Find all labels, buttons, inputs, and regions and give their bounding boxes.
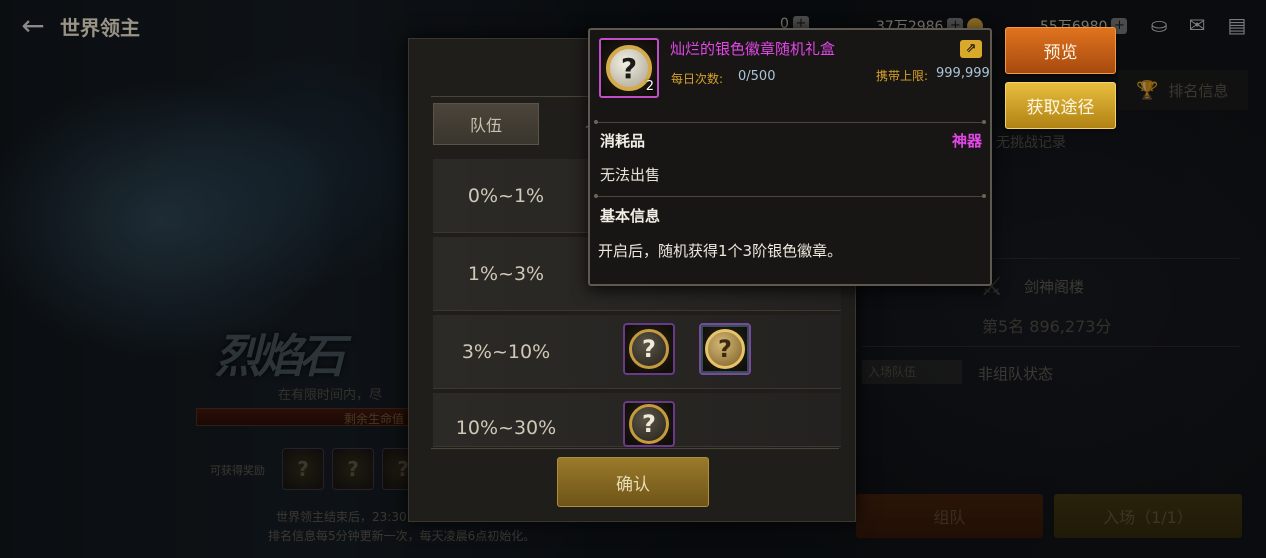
item-stack-count: 2 bbox=[645, 79, 654, 94]
reward-row: 3%~10% ? ? bbox=[433, 315, 841, 389]
mystery-badge-icon: ? bbox=[629, 329, 669, 369]
pot-icon[interactable]: ⛀ bbox=[1146, 14, 1172, 36]
chat-icon[interactable]: ▤ bbox=[1224, 14, 1250, 36]
preview-button[interactable]: 预览 bbox=[1005, 27, 1116, 74]
item-rarity: 神器 bbox=[951, 132, 982, 150]
carry-limit-label: 携带上限: bbox=[876, 69, 929, 83]
back-arrow-icon[interactable]: ← bbox=[16, 8, 50, 42]
item-name: 灿烂的银色徽章随机礼盒 bbox=[670, 40, 836, 58]
tab-team[interactable]: 队伍 bbox=[433, 103, 539, 145]
confirm-button[interactable]: 确认 bbox=[557, 457, 709, 507]
item-description: 开启后，随机获得1个3阶银色徽章。 bbox=[598, 242, 843, 260]
basic-info-heading: 基本信息 bbox=[600, 207, 661, 225]
rank-range: 1%~3% bbox=[467, 263, 545, 285]
reward-item-slot[interactable]: ? bbox=[623, 323, 675, 375]
item-type: 消耗品 bbox=[600, 132, 646, 150]
obtain-source-button[interactable]: 获取途径 bbox=[1005, 82, 1116, 129]
sell-status: 无法出售 bbox=[600, 166, 661, 184]
share-icon[interactable]: ⇗ bbox=[960, 40, 982, 58]
mystery-badge-icon: ? bbox=[629, 404, 669, 444]
carry-limit-value: 999,999 bbox=[936, 66, 990, 81]
daily-uses-value: 0/500 bbox=[738, 69, 776, 84]
mail-icon[interactable]: ✉ bbox=[1184, 14, 1210, 36]
item-tooltip: ? 2 灿烂的银色徽章随机礼盒 ⇗ 每日次数: 0/500 携带上限: 999,… bbox=[588, 28, 992, 286]
divider bbox=[431, 448, 839, 449]
mystery-badge-icon: ? bbox=[705, 329, 745, 369]
divider bbox=[594, 194, 986, 198]
page-title: 世界领主 bbox=[60, 16, 140, 40]
rank-range: 3%~10% bbox=[461, 341, 551, 363]
rank-range: 0%~1% bbox=[467, 185, 545, 207]
reward-item-slot[interactable]: ? bbox=[699, 323, 751, 375]
reward-row: 10%~30% ? bbox=[433, 393, 841, 447]
rank-range: 10%~30% bbox=[455, 417, 557, 439]
divider bbox=[594, 120, 986, 124]
item-icon: ? 2 bbox=[599, 38, 659, 98]
reward-item-slot[interactable]: ? bbox=[623, 401, 675, 447]
daily-uses-label: 每日次数: bbox=[671, 72, 724, 86]
